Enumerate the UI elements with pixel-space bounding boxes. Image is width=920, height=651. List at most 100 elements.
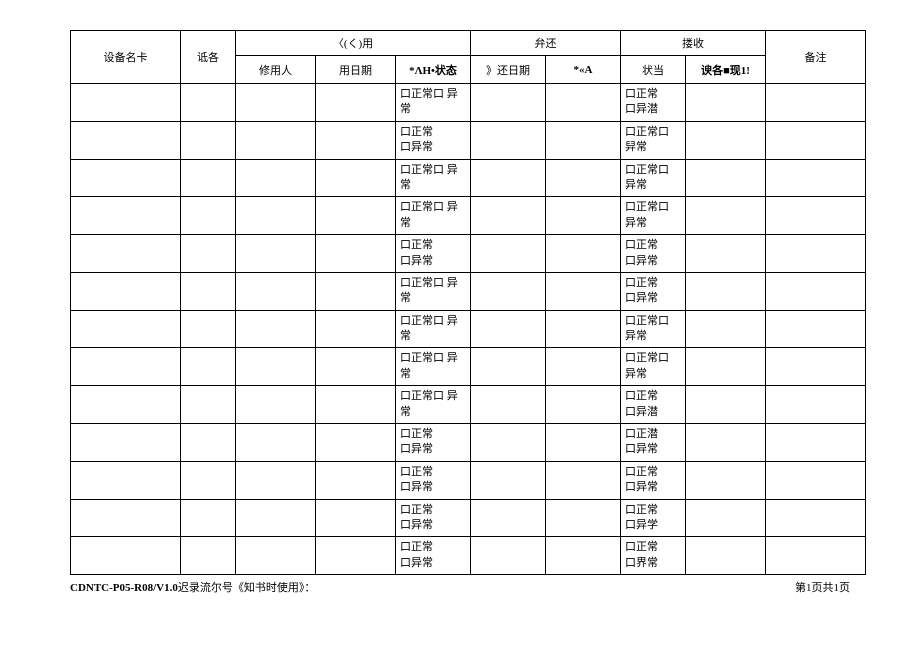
table-cell — [766, 461, 866, 499]
table-cell — [686, 461, 766, 499]
table-cell: 口正常口 异常 — [396, 159, 471, 197]
table-cell — [316, 272, 396, 310]
table-cell — [316, 386, 396, 424]
table-row: 口正常口异常 口正常口界常 — [71, 537, 866, 575]
table-cell: 口正常口 异常 — [396, 197, 471, 235]
table-cell — [236, 272, 316, 310]
table-cell — [236, 84, 316, 122]
table-cell: 口正常口异学 — [621, 499, 686, 537]
table-cell — [546, 386, 621, 424]
table-cell — [546, 424, 621, 462]
table-cell: 口正常口异常 — [621, 235, 686, 273]
table-cell — [686, 272, 766, 310]
table-cell — [766, 121, 866, 159]
table-cell — [766, 424, 866, 462]
table-cell: 口正常口界常 — [621, 537, 686, 575]
table-cell: 口正常口异潜 — [621, 386, 686, 424]
table-cell — [686, 235, 766, 273]
table-cell — [686, 197, 766, 235]
table-cell — [471, 272, 546, 310]
footer: CDNTC-P05-R08/V1.0迟录流尔号《知书时使用》： 第1页共1页 — [70, 579, 850, 595]
table-cell — [236, 461, 316, 499]
table-cell — [181, 84, 236, 122]
table-row: 口正常口 异常口正常口异潜 — [71, 84, 866, 122]
table-cell — [316, 461, 396, 499]
table-row: 口正常口 异常 口正常口异潜 — [71, 386, 866, 424]
table-cell — [766, 235, 866, 273]
table-cell — [181, 424, 236, 462]
table-cell — [546, 499, 621, 537]
hdr-use-date: 用日期 — [316, 56, 396, 84]
table-cell — [546, 537, 621, 575]
table-cell: 口正常口异常 — [396, 121, 471, 159]
table-cell — [181, 272, 236, 310]
table-cell — [471, 84, 546, 122]
hdr-status1: *ΛH•状态 — [396, 56, 471, 84]
hdr-a: *«A — [546, 56, 621, 84]
table-row: 口正常口异常口正潜口异常 — [71, 424, 866, 462]
table-cell — [181, 197, 236, 235]
table-cell — [71, 310, 181, 348]
table-cell: 口正常口 异常 — [396, 386, 471, 424]
table-cell — [181, 159, 236, 197]
table-cell: 口正常口异常 — [621, 272, 686, 310]
hdr-return-date: 》还日期 — [471, 56, 546, 84]
table-row: 口正常口 异常口正常口异常 — [71, 272, 866, 310]
table-cell — [316, 121, 396, 159]
table-cell — [236, 121, 316, 159]
table-cell — [236, 197, 316, 235]
table-cell — [546, 121, 621, 159]
table-cell — [471, 310, 546, 348]
table-cell — [766, 272, 866, 310]
table-cell — [546, 348, 621, 386]
table-cell — [316, 537, 396, 575]
table-cell — [686, 537, 766, 575]
footer-code-suffix: 迟录流尔号《知书时使用》： — [178, 582, 316, 594]
table-cell — [71, 499, 181, 537]
table-cell — [236, 424, 316, 462]
table-cell — [686, 386, 766, 424]
table-body: 口正常口 异常口正常口异潜口正常口异常口正常口 舁常口正常口 异常口正常口 异常… — [71, 84, 866, 575]
table-cell — [181, 121, 236, 159]
table-cell — [71, 197, 181, 235]
table-cell — [766, 310, 866, 348]
table-cell: 口正常口异常 — [396, 235, 471, 273]
hdr-shige: 诋各 — [181, 31, 236, 84]
table-cell — [546, 235, 621, 273]
table-cell: 口正常口异常 — [621, 461, 686, 499]
table-cell — [546, 197, 621, 235]
hdr-user: 修用人 — [236, 56, 316, 84]
table-cell — [471, 537, 546, 575]
footer-code-bold: CDNTC-P05-R08/V1.0 — [70, 582, 178, 594]
table-cell — [471, 499, 546, 537]
table-cell — [71, 386, 181, 424]
table-cell: 口正常口异常 — [396, 537, 471, 575]
table-cell — [316, 197, 396, 235]
hdr-device: 设备名卡 — [71, 31, 181, 84]
table-cell — [181, 310, 236, 348]
table-cell: 口正常口 异常 — [621, 348, 686, 386]
table-cell — [71, 348, 181, 386]
table-cell — [71, 159, 181, 197]
table-cell — [546, 159, 621, 197]
table-cell: 口正常口异潜 — [621, 84, 686, 122]
table-cell — [236, 159, 316, 197]
table-cell — [181, 348, 236, 386]
table-row: 口正常口异常口正常口异常 — [71, 461, 866, 499]
table-cell: 口正常口异常 — [396, 499, 471, 537]
table-cell — [316, 159, 396, 197]
table-cell: 口正常口 舁常 — [621, 121, 686, 159]
table-cell — [71, 424, 181, 462]
table-cell — [236, 386, 316, 424]
table-cell — [316, 235, 396, 273]
table-cell — [71, 235, 181, 273]
table-cell — [236, 235, 316, 273]
table-cell — [471, 159, 546, 197]
table-cell: 口正潜口异常 — [621, 424, 686, 462]
table-cell — [71, 272, 181, 310]
table-cell — [546, 84, 621, 122]
table-cell — [236, 348, 316, 386]
footer-page: 第1页共1页 — [795, 579, 850, 595]
table-cell — [766, 499, 866, 537]
table-cell — [471, 121, 546, 159]
